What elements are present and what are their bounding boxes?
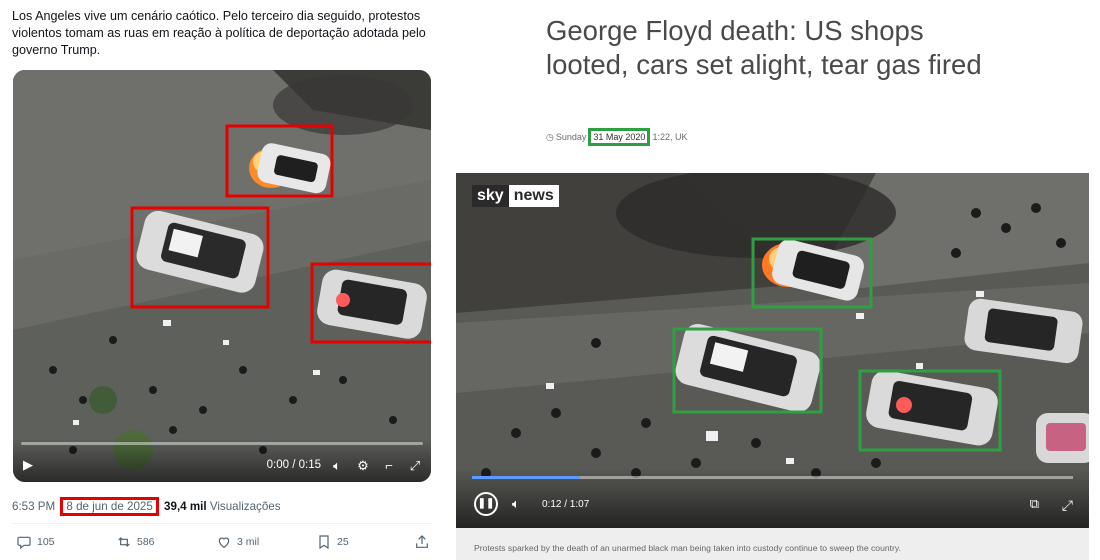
volume-icon[interactable]: 🔈︎ xyxy=(329,458,345,474)
divider xyxy=(12,523,432,524)
reply-icon xyxy=(17,536,31,550)
bookmark-count: 25 xyxy=(337,536,349,548)
bookmark-button[interactable]: 25 xyxy=(316,534,349,550)
article-byline: ◷ Sunday 31 May 2020 1:22, UK xyxy=(546,128,687,146)
reply-count: 105 xyxy=(37,536,55,548)
settings-icon[interactable]: ⚙ xyxy=(355,458,371,474)
tweet-video-progress[interactable] xyxy=(21,442,423,445)
article-headline: George Floyd death: US shops looted, car… xyxy=(546,15,982,80)
tweet-meta: 6:53 PM 8 de jun de 2025 39,4 mil Visual… xyxy=(12,497,281,516)
repost-count: 586 xyxy=(137,536,155,548)
tweet-views-label: Visualizações xyxy=(209,500,281,513)
byline-time: 1:22, UK xyxy=(652,132,688,142)
byline-day: Sunday xyxy=(555,132,587,142)
sky-video-progress-fill xyxy=(472,476,581,479)
volume-icon[interactable]: 🔈︎ xyxy=(512,496,520,512)
sky-news-logo: sky news xyxy=(472,185,559,207)
sky-video-time: 0:12 / 1:07 xyxy=(542,499,590,510)
sky-logo-word: sky xyxy=(472,185,509,207)
tweet-video-icons: 🔈︎ ⚙ ⌐ ⤢ xyxy=(329,458,423,474)
reply-button[interactable]: 105 xyxy=(16,534,55,550)
sky-news-video[interactable]: sky news ❚❚ 🔈︎ 0:12 / 1:07 ⧉ ⤢ xyxy=(456,173,1089,528)
share-icon xyxy=(416,535,428,548)
tweet-video[interactable]: ▶ 0:00 / 0:15 🔈︎ ⚙ ⌐ ⤢ xyxy=(13,70,431,482)
picture-in-picture-icon[interactable]: ⧉ xyxy=(1030,496,1039,512)
heart-icon xyxy=(218,537,230,549)
news-logo-word: news xyxy=(508,185,559,207)
pause-icon[interactable]: ❚❚ xyxy=(474,492,498,516)
expand-icon[interactable]: ⤢ xyxy=(407,458,423,474)
repost-icon xyxy=(118,537,130,547)
tweet-actions: 105 586 3 mil 25 xyxy=(16,534,432,552)
tweet-text: Los Angeles vive um cenário caótico. Pel… xyxy=(12,9,426,57)
tweet-time[interactable]: 6:53 PM xyxy=(12,500,55,513)
tweet-video-time: 0:00 / 0:15 xyxy=(266,459,321,471)
fullscreen-icon[interactable]: ⤢ xyxy=(1062,497,1073,514)
tweet-video-controls: ▶ 0:00 / 0:15 🔈︎ ⚙ ⌐ ⤢ xyxy=(13,438,431,482)
tweet-panel: Los Angeles vive um cenário caótico. Pel… xyxy=(0,0,440,560)
bookmark-icon xyxy=(319,535,329,550)
play-icon[interactable]: ▶ xyxy=(23,457,37,473)
sky-video-controls: ❚❚ 🔈︎ 0:12 / 1:07 ⧉ ⤢ xyxy=(456,468,1089,528)
like-button[interactable]: 3 mil xyxy=(216,534,259,550)
article-panel: George Floyd death: US shops looted, car… xyxy=(440,0,1100,560)
clock-icon: ◷ xyxy=(546,131,554,142)
like-count: 3 mil xyxy=(237,536,260,548)
tweet-date[interactable]: 8 de jun de 2025 xyxy=(60,497,159,516)
tweet-video-frame xyxy=(13,70,431,482)
sky-video-progress[interactable] xyxy=(472,476,1073,479)
repost-button[interactable]: 586 xyxy=(116,534,155,550)
tweet-views-count: 39,4 mil xyxy=(164,500,207,513)
captions-icon[interactable]: ⌐ xyxy=(381,458,397,474)
video-caption: Protests sparked by the death of an unar… xyxy=(456,528,1089,560)
byline-date: 31 May 2020 xyxy=(588,128,651,146)
share-button[interactable] xyxy=(414,534,430,550)
